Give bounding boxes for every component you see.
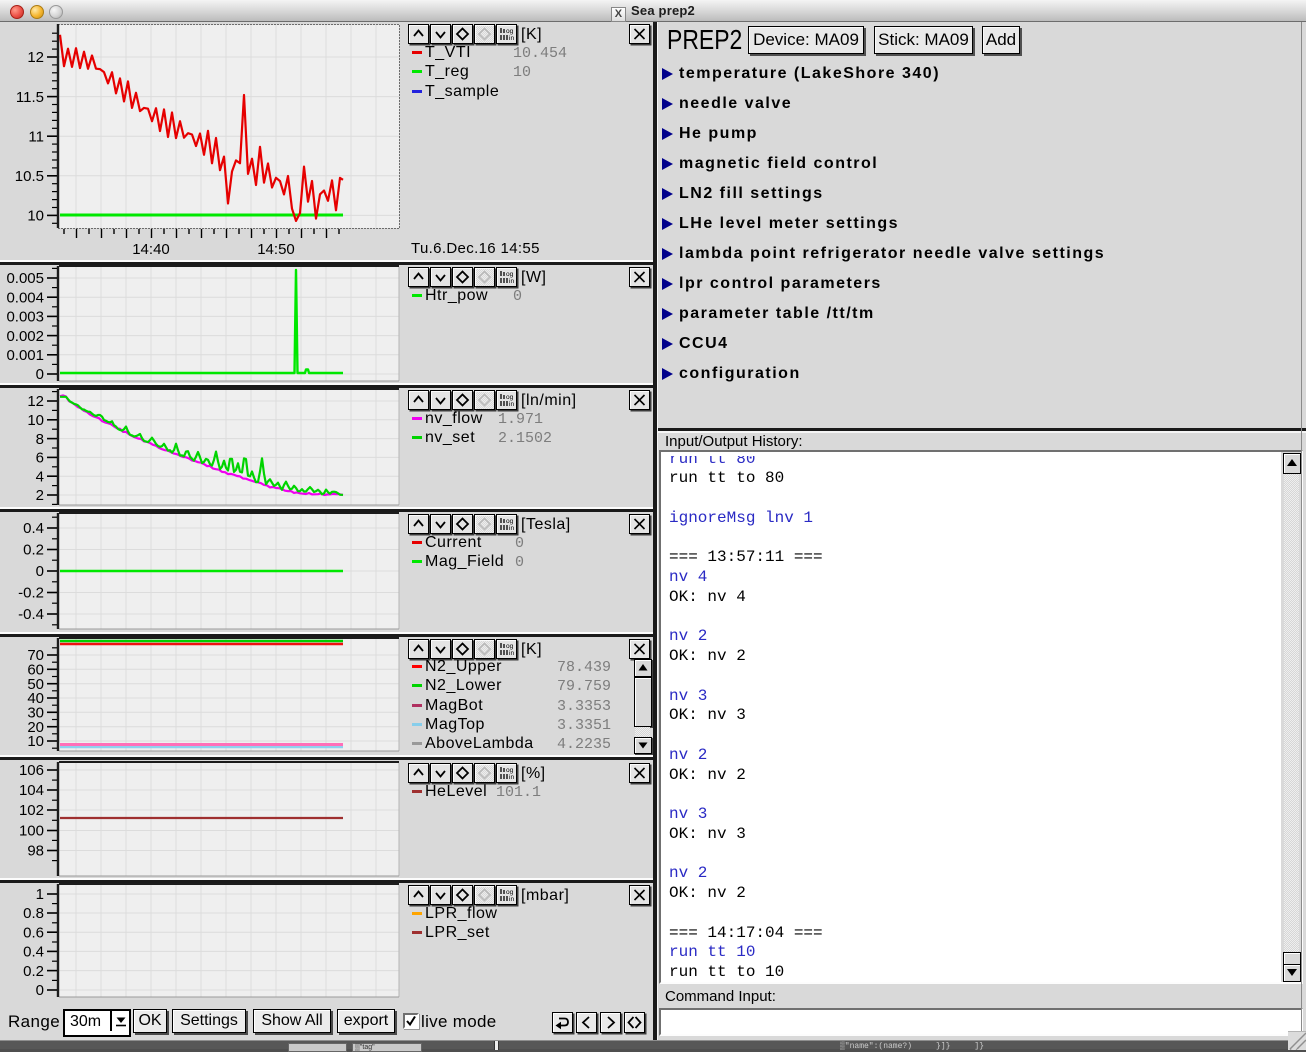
svg-text:0: 0 [36,563,44,580]
svg-text:og: og [506,643,514,650]
svg-text:10: 10 [27,733,44,750]
svg-text:0.002: 0.002 [6,328,44,345]
svg-text:-0.4: -0.4 [18,606,44,623]
svg-text:og: og [506,518,514,525]
svg-text:1: 1 [36,886,44,903]
svg-text:in: in [509,278,514,285]
svg-text:0.2: 0.2 [23,963,44,980]
svg-text:og: og [506,767,514,774]
svg-text:11.5: 11.5 [16,89,44,106]
svg-text:10: 10 [27,412,44,429]
svg-text:0.004: 0.004 [6,289,44,306]
svg-text:-0.2: -0.2 [18,585,44,602]
svg-text:10: 10 [27,208,44,225]
svg-text:98: 98 [27,843,44,860]
svg-text:0.6: 0.6 [23,924,44,941]
svg-text:14:50: 14:50 [257,241,295,258]
svg-text:in: in [509,896,514,903]
svg-text:0.001: 0.001 [6,347,44,364]
svg-text:12: 12 [27,49,44,66]
svg-text:in: in [509,525,514,532]
svg-text:0.8: 0.8 [23,905,44,922]
svg-text:10.5: 10.5 [15,168,44,185]
svg-text:0.4: 0.4 [23,520,44,537]
svg-text:0.003: 0.003 [6,309,44,326]
svg-text:12: 12 [27,393,44,410]
svg-text:104: 104 [19,782,44,799]
svg-text:in: in [509,35,514,42]
svg-text:6: 6 [36,450,44,467]
svg-text:0.005: 0.005 [6,270,44,287]
svg-text:in: in [509,650,514,657]
svg-text:in: in [509,401,514,408]
svg-text:2: 2 [36,487,44,504]
svg-text:4: 4 [36,468,44,485]
svg-text:0: 0 [36,982,44,999]
svg-text:og: og [506,394,514,401]
svg-text:og: og [506,889,514,896]
svg-text:14:40: 14:40 [132,241,170,258]
svg-text:8: 8 [36,431,44,448]
svg-text:100: 100 [19,823,44,840]
svg-text:0.4: 0.4 [23,944,44,961]
svg-text:og: og [506,28,514,35]
svg-text:0: 0 [36,366,44,383]
svg-text:102: 102 [19,802,44,819]
svg-text:106: 106 [19,762,44,779]
svg-text:in: in [509,774,514,781]
svg-text:11: 11 [28,128,44,145]
svg-text:og: og [506,271,514,278]
svg-text:0.2: 0.2 [23,542,44,559]
